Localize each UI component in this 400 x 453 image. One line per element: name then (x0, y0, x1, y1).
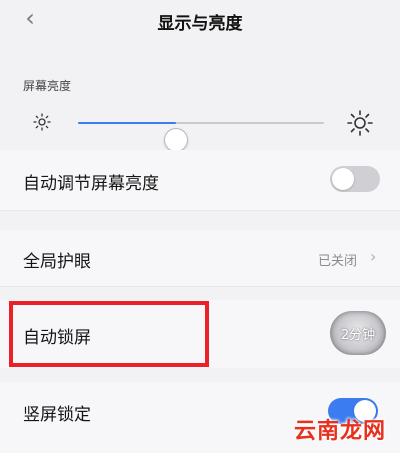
chevron-right-icon: › (370, 247, 377, 266)
top-bar: ‹ 显示与亮度 (0, 0, 400, 40)
auto-lock-value-badge[interactable]: 2分钟 (330, 311, 386, 355)
auto-brightness-label: 自动调节屏幕亮度 (23, 174, 159, 194)
divider (0, 210, 400, 211)
global-eye-care-row[interactable]: 全局护眼 已关闭 › (0, 230, 400, 286)
sun-small-icon (33, 113, 51, 131)
auto-brightness-row[interactable]: 自动调节屏幕亮度 (0, 150, 400, 210)
brightness-slider-row (0, 104, 400, 151)
portrait-lock-label: 竖屏锁定 (23, 405, 91, 425)
auto-brightness-toggle[interactable] (330, 166, 380, 192)
global-eye-care-label: 全局护眼 (23, 252, 91, 272)
sun-large-icon (347, 110, 373, 136)
highlight-annotation-box (9, 301, 209, 367)
brightness-section-label: 屏幕亮度 (23, 79, 72, 93)
brightness-slider-track[interactable] (78, 122, 324, 151)
divider (0, 286, 400, 287)
toggle-knob (332, 168, 354, 190)
brightness-slider-fill (78, 122, 176, 124)
global-eye-care-value: 已关闭 (318, 254, 358, 269)
watermark-logo: 云南龙网 (293, 419, 386, 444)
page-title: 显示与亮度 (157, 14, 243, 34)
auto-lock-value: 2分钟 (340, 328, 376, 343)
brightness-slider-thumb[interactable] (165, 129, 187, 151)
